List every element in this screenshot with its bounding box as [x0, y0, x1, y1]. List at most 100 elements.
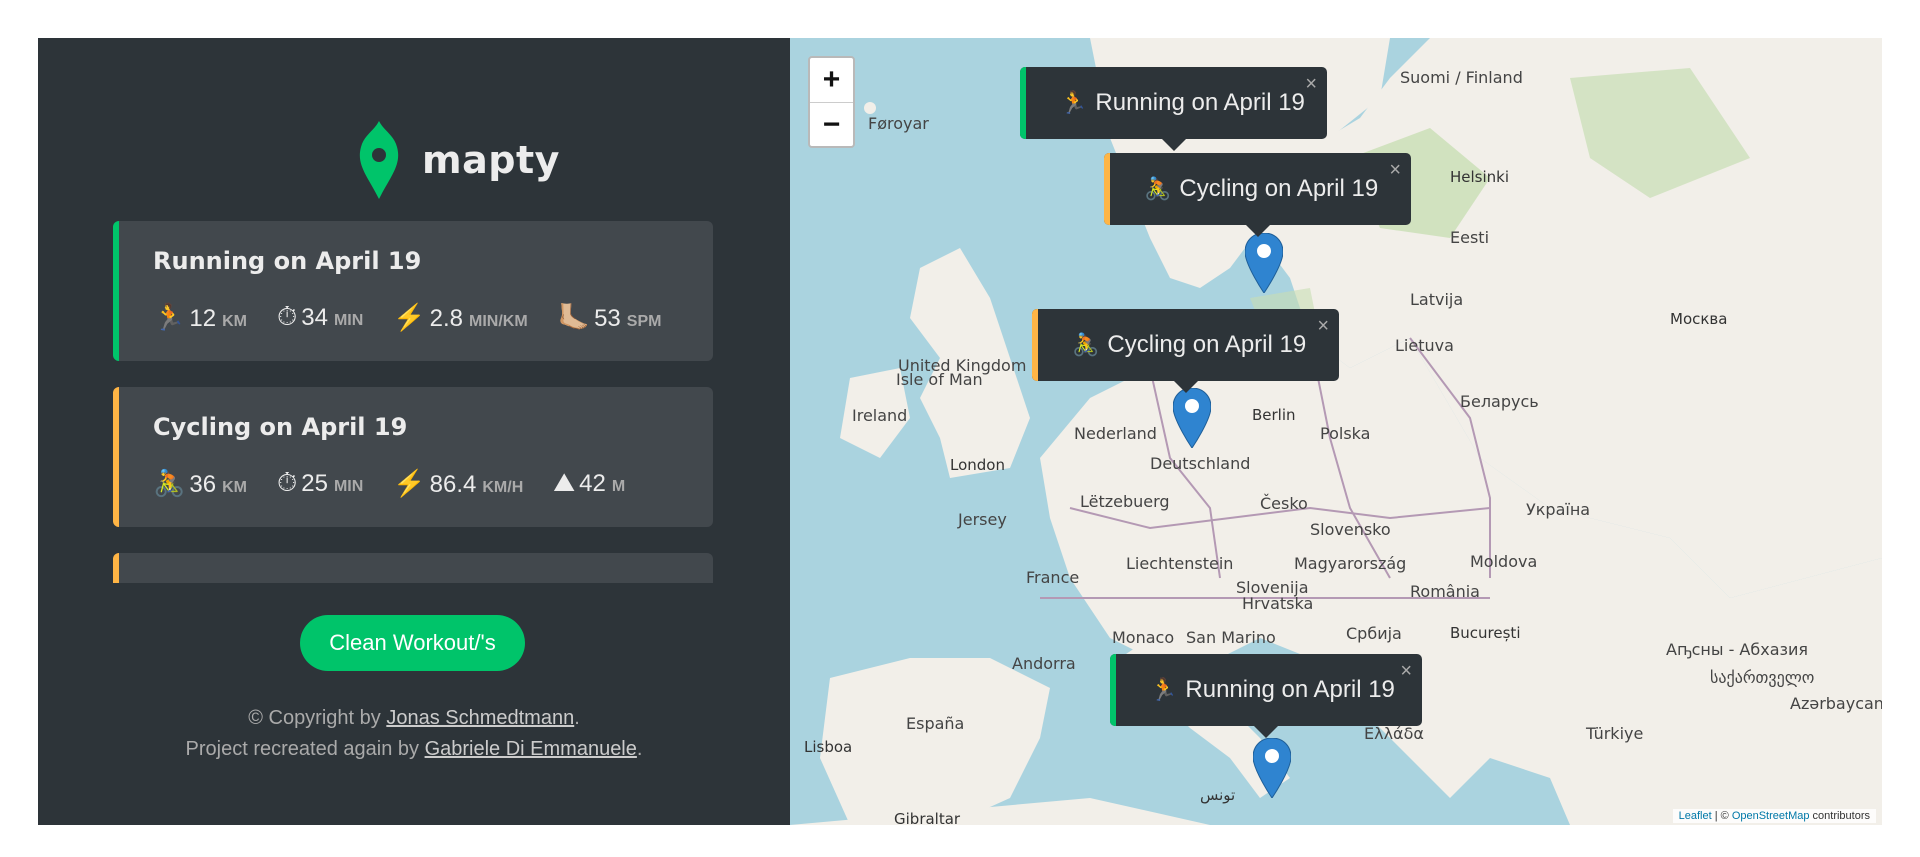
close-icon[interactable]: ×	[1389, 159, 1401, 182]
popup-text: Running on April 19	[1095, 89, 1305, 116]
workout-popup-running[interactable]: 🏃 Running on April 19 ×	[1110, 654, 1422, 738]
workout-details: 🚴 36 km ⏱ 25 min ⚡️ 86.4 km/h	[153, 467, 673, 499]
elevation-unit: m	[611, 478, 626, 495]
close-icon[interactable]: ×	[1317, 315, 1329, 338]
popup-text: Cycling on April 19	[1179, 175, 1379, 202]
workout-popup-cycling[interactable]: 🚴 Cycling on April 19 ×	[1104, 153, 1411, 237]
workout-detail-cadence: 🦶🏼 53 spm	[558, 302, 662, 333]
map-label: Lietuva	[1395, 336, 1454, 355]
map-label: Berlin	[1252, 406, 1296, 424]
cyclist-icon: 🚴	[1072, 332, 1100, 357]
osm-link[interactable]: OpenStreetMap	[1732, 810, 1810, 822]
map-label: Deutschland	[1150, 454, 1251, 473]
author-link[interactable]: Jonas Schmedtmann	[386, 707, 574, 729]
map-label: Türkiye	[1586, 724, 1644, 743]
map-label: Аҧсны - Абхазия	[1666, 640, 1809, 659]
map-pin-logo-icon	[359, 121, 399, 199]
zoom-in-button[interactable]: +	[810, 58, 853, 102]
app-container: mapty Running on April 19 🏃 12 km ⏱ 34 m…	[38, 38, 1882, 825]
map-label: Isle of Man	[896, 370, 983, 389]
lightning-icon: ⚡️	[393, 467, 426, 498]
map-label: San Marino	[1186, 628, 1276, 647]
map-label: Jersey	[958, 510, 1007, 529]
map-label: Hrvatska	[1242, 594, 1314, 613]
foot-icon: 🦶🏼	[557, 301, 591, 332]
cadence-value: 53	[594, 304, 621, 332]
copyright-line-2: Project recreated again by Gabriele Di E…	[38, 734, 790, 765]
runner-icon: 🏃	[1150, 677, 1178, 702]
map-marker-icon[interactable]	[1253, 738, 1291, 798]
mountain-icon: ⛰	[553, 467, 576, 497]
map-label: Andorra	[1012, 654, 1076, 673]
map-label: Suomi / Finland	[1400, 68, 1523, 87]
copyright-line-1: © Copyright by Jonas Schmedtmann.	[38, 703, 790, 734]
map-label: Беларусь	[1460, 392, 1539, 411]
workout-card-cycling[interactable]: Cycling on April 19 🚴 36 km ⏱ 25 min ⚡️	[113, 387, 713, 527]
copyright-suffix: .	[574, 707, 580, 729]
map-label: Moldova	[1470, 552, 1538, 571]
speed-value: 86.4	[429, 470, 477, 498]
map-marker-icon[interactable]	[1173, 388, 1211, 448]
zoom-control: + −	[808, 56, 855, 148]
duration-unit: min	[333, 478, 364, 495]
map-label: France	[1026, 568, 1080, 587]
map-label: Latvija	[1410, 290, 1464, 309]
duration-unit: min	[333, 312, 364, 329]
map-label: Føroyar	[868, 114, 929, 133]
map-label: București	[1450, 624, 1521, 642]
distance-unit: km	[222, 478, 247, 496]
map-label: Lisboa	[804, 738, 853, 756]
duration-value: 25	[301, 470, 328, 497]
close-icon[interactable]: ×	[1305, 73, 1317, 96]
map-label: Eesti	[1450, 228, 1490, 247]
workout-title: Cycling on April 19	[153, 413, 408, 441]
popup-text: Running on April 19	[1185, 676, 1395, 703]
workout-detail-pace: ⚡️ 2.8 min/km	[393, 302, 527, 333]
workout-detail-distance: 🏃 12 km	[153, 302, 247, 333]
map-marker-icon[interactable]	[1245, 233, 1283, 293]
lightning-icon: ⚡️	[393, 301, 426, 332]
map-label: Monaco	[1112, 628, 1175, 647]
workout-detail-elevation: ⛰ 42 m	[553, 467, 625, 499]
map-label: Česko	[1260, 494, 1308, 513]
map-label: Gibraltar	[894, 810, 961, 825]
duration-value: 34	[301, 304, 328, 331]
workout-detail-duration: ⏱ 34 min	[277, 301, 363, 333]
workout-card-running[interactable]: Running on April 19 🏃 12 km ⏱ 34 min ⚡️	[113, 221, 713, 361]
stopwatch-icon: ⏱	[276, 301, 298, 331]
map-label: Москва	[1670, 310, 1728, 328]
map-label: საქართველო	[1710, 668, 1815, 687]
distance-value: 36	[189, 470, 217, 498]
attribution-separator: | ©	[1711, 810, 1732, 822]
popup-text: Cycling on April 19	[1107, 331, 1307, 358]
workout-card-cycling-partial[interactable]	[113, 553, 713, 583]
zoom-out-button[interactable]: −	[810, 102, 853, 146]
copyright-prefix: © Copyright by	[248, 707, 387, 729]
recreator-link[interactable]: Gabriele Di Emmanuele	[425, 738, 637, 760]
stopwatch-icon: ⏱	[276, 467, 298, 497]
leaflet-link[interactable]: Leaflet	[1679, 810, 1712, 822]
map-label: London	[950, 456, 1005, 474]
close-icon[interactable]: ×	[1400, 660, 1412, 683]
map-label: تونس	[1200, 786, 1236, 804]
workout-title: Running on April 19	[153, 247, 422, 275]
speed-unit: km/h	[482, 478, 524, 496]
map-label: Україна	[1526, 500, 1591, 519]
clean-workouts-button[interactable]: Clean Workout/'s	[300, 615, 525, 671]
distance-value: 12	[189, 304, 217, 332]
map-label: Helsinki	[1450, 168, 1510, 186]
logo-text: mapty	[422, 138, 560, 182]
workout-list: Running on April 19 🏃 12 km ⏱ 34 min ⚡️	[113, 221, 713, 583]
workout-popup-running[interactable]: 🏃 Running on April 19 ×	[1020, 67, 1327, 151]
map-attribution: Leaflet | © OpenStreetMap contributors	[1672, 809, 1876, 823]
sidebar: mapty Running on April 19 🏃 12 km ⏱ 34 m…	[38, 38, 790, 825]
workout-popup-cycling[interactable]: 🚴 Cycling on April 19 ×	[1032, 309, 1339, 393]
map[interactable]: Suomi / Finland Føroyar Helsinki Eesti L…	[790, 38, 1882, 825]
map-label: Magyarország	[1294, 554, 1407, 573]
logo: mapty	[356, 121, 560, 199]
map-label: Liechtenstein	[1126, 554, 1234, 573]
pace-unit: min/km	[469, 312, 528, 330]
recreated-suffix: .	[636, 738, 643, 760]
map-label: România	[1410, 582, 1480, 601]
cadence-unit: spm	[626, 312, 662, 330]
